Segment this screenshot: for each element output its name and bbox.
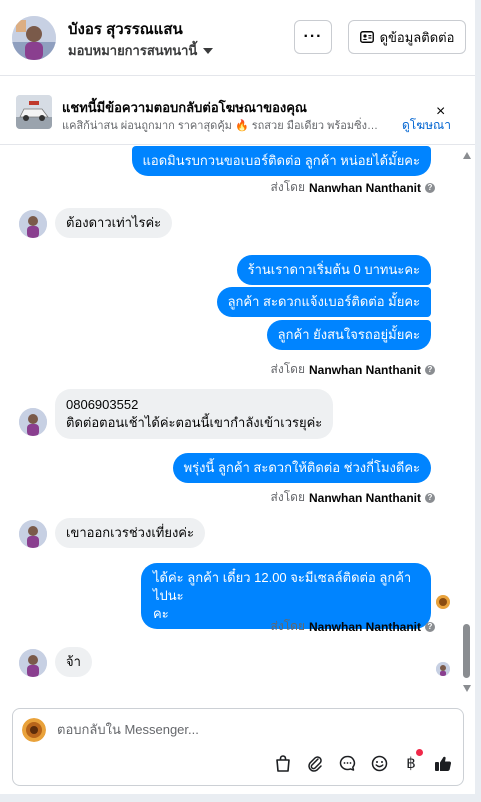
close-banner-icon[interactable]: × xyxy=(436,103,445,121)
more-icon: ··· xyxy=(303,28,323,45)
message-thread: แอดมินรบกวนขอเบอร์ติดต่อ ลูกค้า หน่อยได้… xyxy=(0,146,475,701)
message-incoming[interactable]: 0806903552 ติดต่อตอนเช้าได้ค่ะตอนนี้เขาก… xyxy=(55,389,334,439)
assign-conversation-dropdown[interactable]: มอบหมายการสนทนานี้ xyxy=(68,40,214,61)
ad-reply-banner: แชทนี้มีข้อความตอบกลับต่อโฆษณาของคุณ แคส… xyxy=(0,77,475,145)
sender-name: Nanwhan Nanthanit xyxy=(308,362,421,377)
message-line: ติดต่อตอนเช้าได้ค่ะตอนนี้เขากำลังเข้าเวร… xyxy=(66,415,323,430)
sent-by-prefix: ส่งโดย xyxy=(270,180,305,194)
message-line: ได้ค่ะ ลูกค้า เดี๋ยว 12.00 จะมีเซลล์ติดต… xyxy=(153,570,412,603)
message-scrollbar[interactable] xyxy=(462,146,472,696)
seen-by-avatar xyxy=(436,595,450,609)
chat-bubble-icon[interactable] xyxy=(337,753,357,773)
scroll-thumb[interactable] xyxy=(463,624,470,678)
info-icon[interactable]: ? xyxy=(425,621,435,632)
info-icon[interactable]: ? xyxy=(425,492,435,503)
notification-dot xyxy=(416,749,423,756)
ad-thumbnail xyxy=(16,95,52,129)
sender-name: Nanwhan Nanthanit xyxy=(308,490,421,505)
contact-avatar-small xyxy=(19,649,47,677)
message-outgoing[interactable]: ลูกค้า สะดวกแจ้งเบอร์ติดต่อ มั้ยคะ xyxy=(216,287,431,317)
more-options-button[interactable]: ··· xyxy=(294,20,332,54)
scroll-up-arrow-icon[interactable] xyxy=(463,152,471,159)
view-contact-label: ดูข้อมูลติดต่อ xyxy=(379,29,455,45)
info-icon[interactable]: ? xyxy=(425,364,435,375)
sent-by-prefix: ส่งโดย xyxy=(270,619,305,633)
contact-name: บังอร สุวรรณแสน xyxy=(68,21,183,38)
sender-name: Nanwhan Nanthanit xyxy=(308,180,421,195)
message-incoming[interactable]: เขาออกเวรช่วงเที่ยงค่ะ xyxy=(55,518,205,548)
sent-by-label: ส่งโดย Nanwhan Nanthanit ? xyxy=(271,617,435,636)
smiley-icon[interactable] xyxy=(369,753,389,773)
view-contact-button[interactable]: ดูข้อมูลติดต่อ xyxy=(348,20,466,54)
page-avatar xyxy=(22,718,46,742)
baht-glyph: ฿ xyxy=(406,755,416,772)
message-composer: ฿ xyxy=(12,708,464,786)
info-icon[interactable]: ? xyxy=(425,182,435,193)
bottom-edge xyxy=(0,794,481,802)
contact-avatar-small xyxy=(19,520,47,548)
sent-by-prefix: ส่งโดย xyxy=(270,490,305,504)
message-incoming[interactable]: ต้องดาวเท่าไรค่ะ xyxy=(55,208,173,238)
sent-by-label: ส่งโดย Nanwhan Nanthanit ? xyxy=(271,488,435,507)
sent-by-label: ส่งโดย Nanwhan Nanthanit ? xyxy=(271,178,435,197)
sent-by-label: ส่งโดย Nanwhan Nanthanit ? xyxy=(271,360,435,379)
caret-down-icon xyxy=(203,47,214,54)
message-outgoing[interactable]: พรุ่งนี้ ลูกค้า สะดวกให้ติดต่อ ช่วงกี่โม… xyxy=(172,453,431,483)
window-edge xyxy=(475,0,481,802)
assign-label: มอบหมายการสนทนานี้ xyxy=(68,43,198,58)
baht-icon[interactable]: ฿ xyxy=(401,749,423,773)
ad-banner-title: แชทนี้มีข้อความตอบกลับต่อโฆษณาของคุณ xyxy=(62,100,307,115)
conversation-header: บังอร สุวรรณแสน มอบหมายการสนทนานี้ ··· ด… xyxy=(0,0,475,76)
contact-avatar-small xyxy=(19,408,47,436)
message-line: 0806903552 xyxy=(66,397,139,412)
paperclip-icon[interactable] xyxy=(305,753,325,773)
bag-icon[interactable] xyxy=(273,753,293,773)
contact-card-icon xyxy=(359,31,374,43)
seen-by-avatar xyxy=(436,662,450,676)
reply-input[interactable] xyxy=(57,722,437,737)
scroll-down-arrow-icon[interactable] xyxy=(463,685,471,692)
message-outgoing[interactable]: ลูกค้า ยังสนใจรถอยู่มั้ยคะ xyxy=(266,320,431,350)
thumbs-up-icon[interactable] xyxy=(433,753,453,773)
composer-toolbar: ฿ xyxy=(273,749,453,773)
message-incoming[interactable]: จ้า xyxy=(55,647,92,677)
message-outgoing[interactable]: ร้านเราดาวเริ่มต้น 0 บาทนะคะ xyxy=(236,255,431,285)
ad-banner-description: แคสิก้น่าสน ผ่อนถูกมาก ราคาสุดคุ้ม 🔥 รถส… xyxy=(62,120,380,132)
message-outgoing[interactable]: แอดมินรบกวนขอเบอร์ติดต่อ ลูกค้า หน่อยได้… xyxy=(131,146,431,176)
sent-by-prefix: ส่งโดย xyxy=(270,362,305,376)
contact-avatar-small xyxy=(19,210,47,238)
sender-name: Nanwhan Nanthanit xyxy=(308,619,421,634)
contact-avatar[interactable] xyxy=(12,16,56,60)
